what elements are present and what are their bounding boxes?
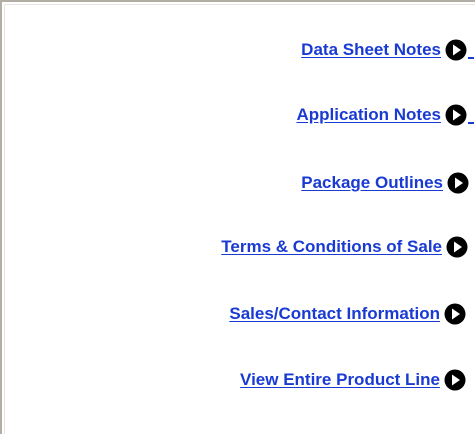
view-product-line-link[interactable]: View Entire Product Line — [240, 369, 466, 391]
arrow-right-circle-icon[interactable] — [445, 39, 467, 61]
list-item: Terms & Conditions of Sale — [221, 234, 468, 260]
list-item: Application Notes — [296, 102, 474, 128]
list-item: Package Outlines — [301, 170, 469, 196]
arrow-right-circle-icon[interactable] — [444, 369, 466, 391]
package-outlines-link[interactable]: Package Outlines — [301, 172, 469, 194]
arrow-right-circle-icon[interactable] — [447, 172, 469, 194]
list-item: View Entire Product Line — [240, 367, 466, 393]
underline-stub — [468, 41, 474, 59]
arrow-right-circle-icon[interactable] — [446, 236, 468, 258]
link-label[interactable]: View Entire Product Line — [240, 370, 440, 390]
link-label[interactable]: Application Notes — [296, 105, 441, 125]
sales-contact-link[interactable]: Sales/Contact Information — [229, 303, 466, 325]
terms-conditions-link[interactable]: Terms & Conditions of Sale — [221, 236, 468, 258]
link-panel: Data Sheet Notes Application Notes Packa… — [0, 0, 475, 434]
link-label[interactable]: Terms & Conditions of Sale — [221, 237, 442, 257]
underline-stub — [468, 106, 474, 124]
data-sheet-notes-link[interactable]: Data Sheet Notes — [301, 39, 474, 61]
link-label[interactable]: Package Outlines — [301, 173, 443, 193]
arrow-right-circle-icon[interactable] — [444, 303, 466, 325]
arrow-right-circle-icon[interactable] — [445, 104, 467, 126]
link-label[interactable]: Sales/Contact Information — [229, 304, 440, 324]
application-notes-link[interactable]: Application Notes — [296, 104, 474, 126]
list-item: Data Sheet Notes — [301, 37, 474, 63]
link-label[interactable]: Data Sheet Notes — [301, 40, 441, 60]
list-item: Sales/Contact Information — [229, 301, 466, 327]
